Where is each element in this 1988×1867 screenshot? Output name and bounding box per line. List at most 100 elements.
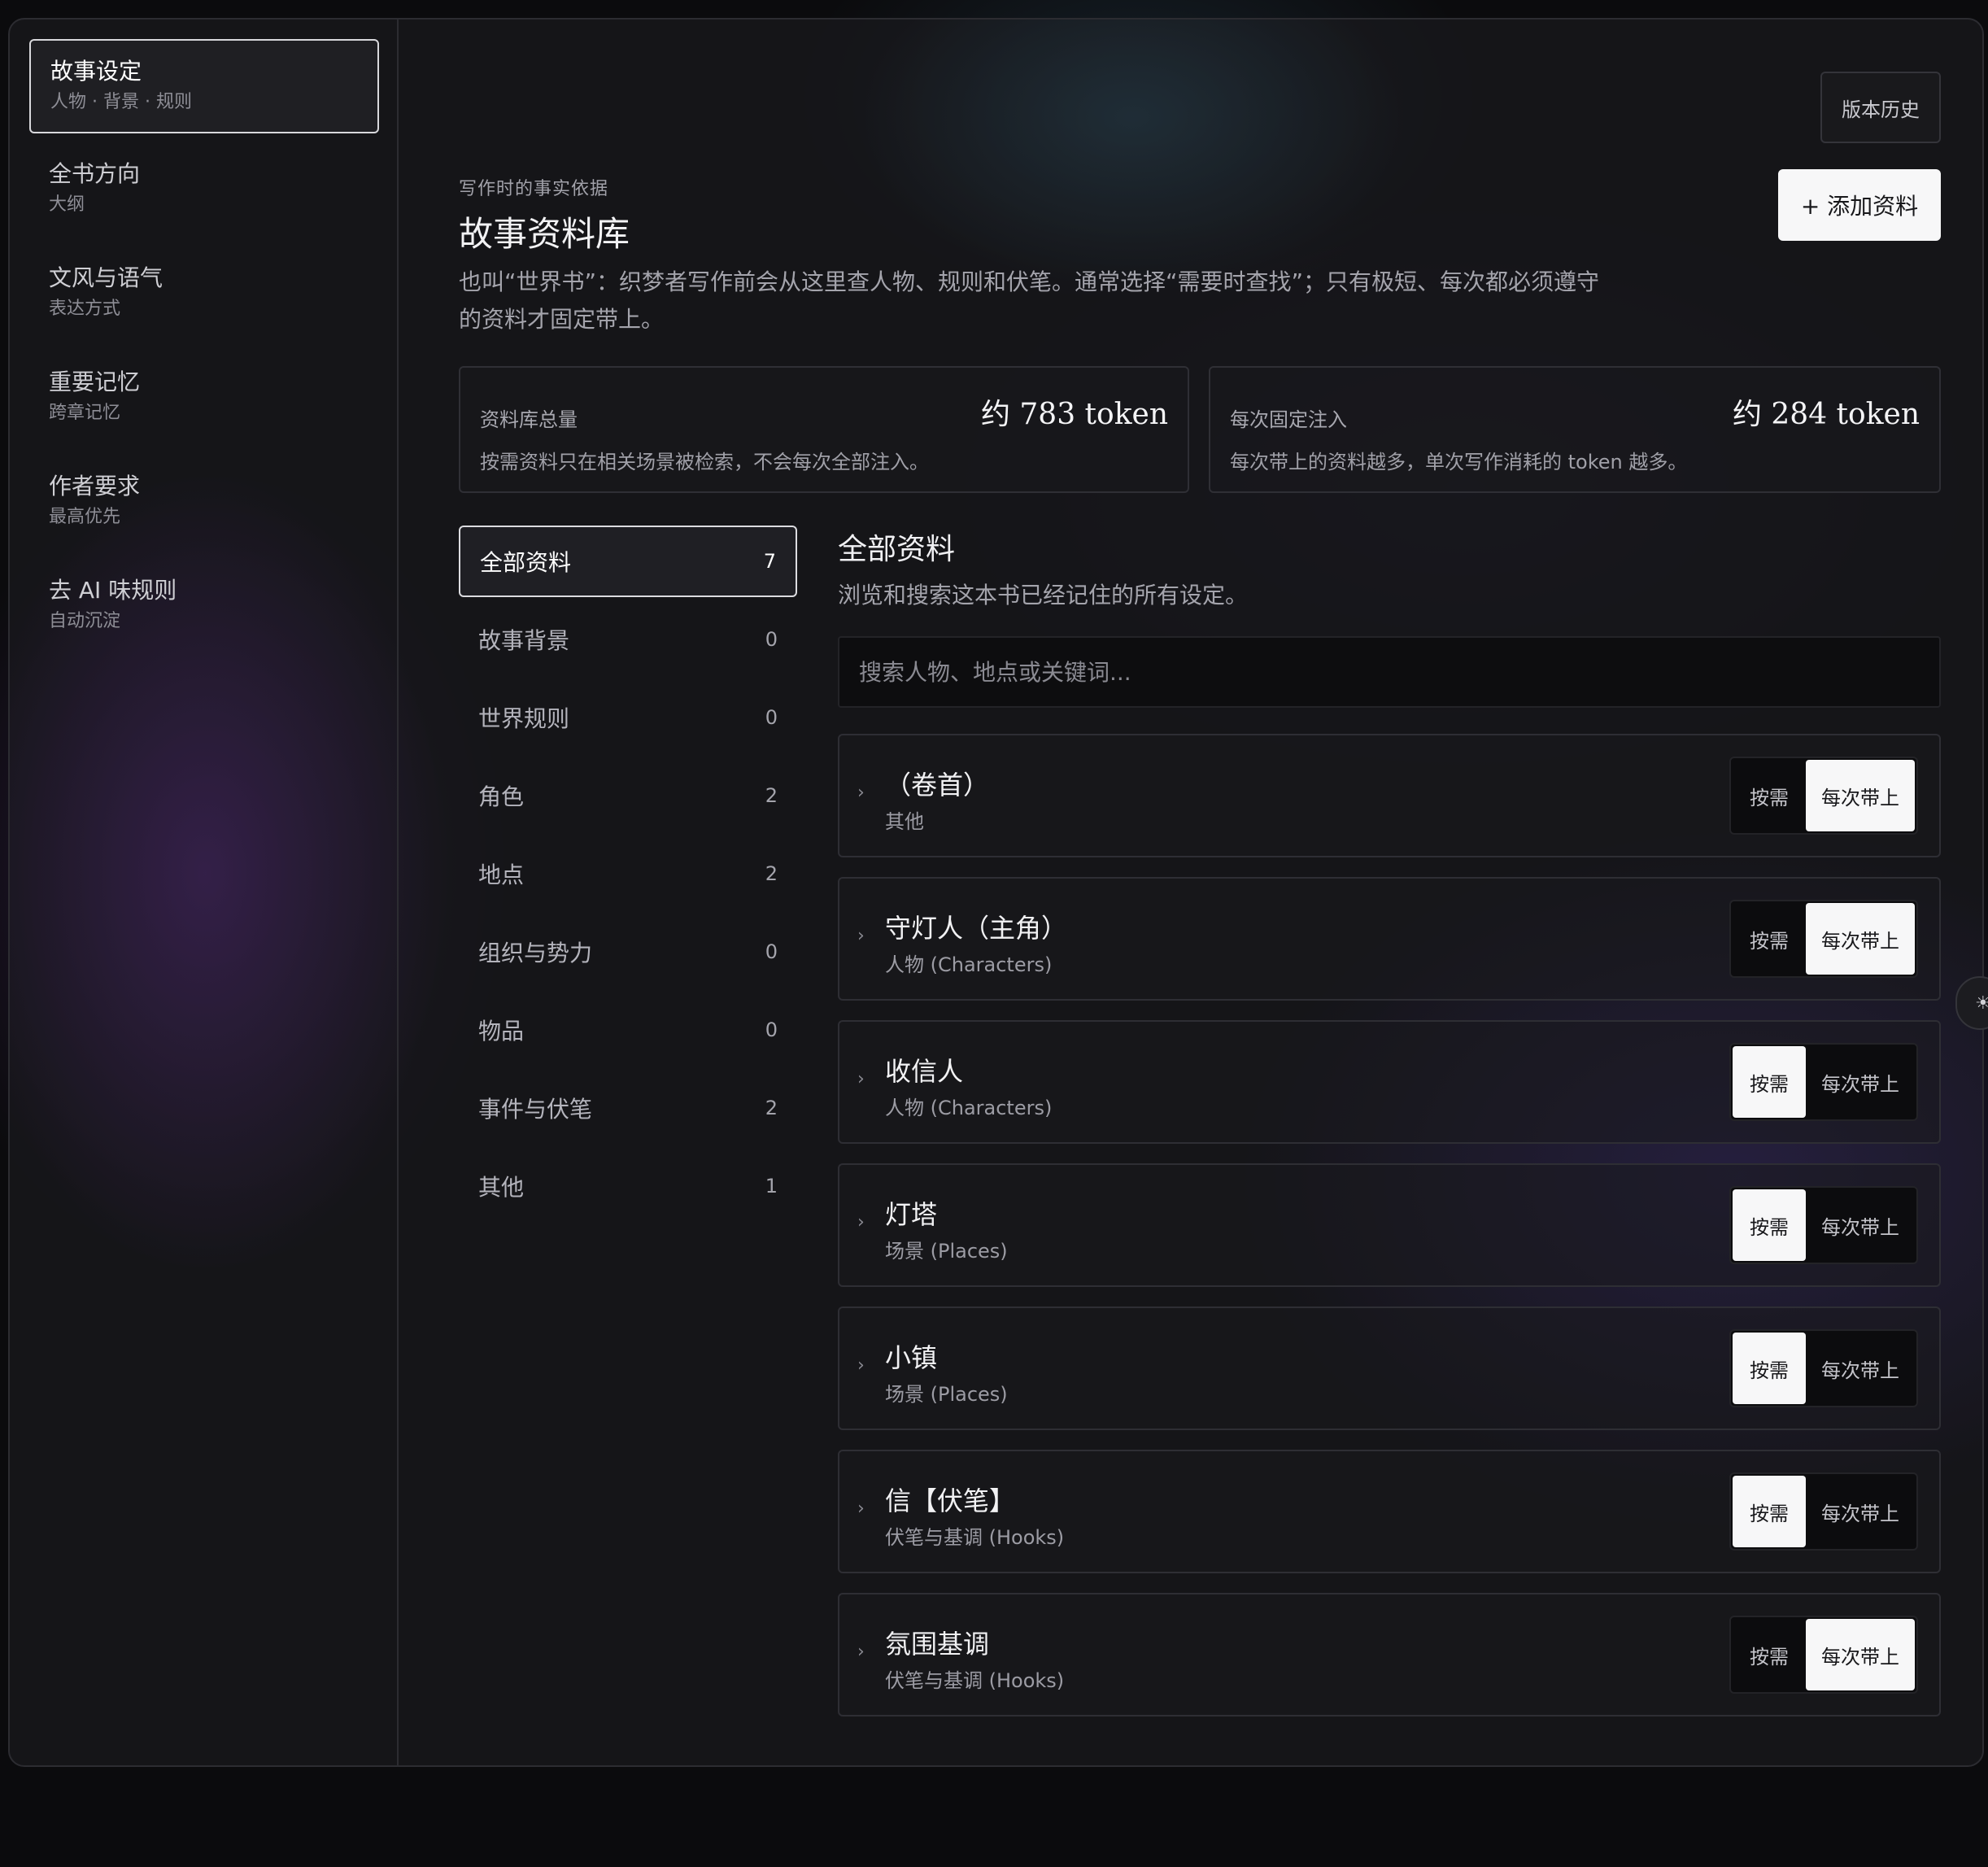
on-demand-option[interactable]: 按需 — [1733, 903, 1806, 975]
chevron-right-icon[interactable]: › — [857, 1498, 865, 1519]
entry-type: 场景 (Places) — [885, 1240, 1008, 1263]
sidebar-item-style-tone[interactable]: 文风与语气 表达方式 — [29, 247, 379, 342]
category-label: 物品 — [478, 1018, 525, 1045]
version-history-button[interactable]: 版本历史 — [1820, 72, 1941, 143]
chevron-right-icon[interactable]: › — [857, 783, 865, 803]
injection-mode-toggle: 按需 每次带上 — [1729, 1186, 1918, 1264]
category-label: 故事背景 — [478, 627, 570, 654]
entry-title: （卷首） — [885, 770, 990, 800]
entry-card[interactable]: › 灯塔 场景 (Places) 按需 每次带上 — [838, 1163, 1941, 1287]
sidebar-item-story-settings[interactable]: 故事设定 人物 · 背景 · 规则 — [29, 39, 379, 133]
entry-type: 其他 — [885, 810, 924, 833]
sidebar-item-book-direction[interactable]: 全书方向 大纲 — [29, 143, 379, 238]
sidebar-item-subtitle: 自动沉淀 — [49, 611, 121, 631]
stat-value: 约 284 token — [1732, 398, 1920, 431]
category-places[interactable]: 地点 2 — [459, 838, 797, 910]
entry-card[interactable]: › 信【伏笔】 伏笔与基调 (Hooks) 按需 每次带上 — [838, 1450, 1941, 1573]
category-count: 2 — [765, 1097, 778, 1119]
section-title: 全部资料 — [838, 533, 956, 566]
category-label: 角色 — [478, 783, 525, 810]
add-entry-button[interactable]: + 添加资料 — [1778, 169, 1941, 241]
chevron-right-icon[interactable]: › — [857, 1069, 865, 1089]
category-label: 其他 — [478, 1174, 525, 1201]
category-organizations[interactable]: 组织与势力 0 — [459, 916, 797, 988]
category-world-rules[interactable]: 世界规则 0 — [459, 682, 797, 753]
sidebar-item-title: 故事设定 — [50, 58, 142, 85]
chevron-right-icon[interactable]: › — [857, 1355, 865, 1376]
entry-type: 伏笔与基调 (Hooks) — [885, 1526, 1065, 1549]
category-count: 1 — [765, 1175, 778, 1197]
sidebar-item-subtitle: 跨章记忆 — [49, 403, 121, 423]
injection-mode-toggle: 按需 每次带上 — [1729, 1472, 1918, 1551]
sidebar-item-de-ai-rules[interactable]: 去 AI 味规则 自动沉淀 — [29, 560, 379, 654]
category-characters[interactable]: 角色 2 — [459, 760, 797, 831]
entry-card[interactable]: › 守灯人（主角） 人物 (Characters) 按需 每次带上 — [838, 877, 1941, 1001]
category-other[interactable]: 其他 1 — [459, 1150, 797, 1222]
on-demand-option[interactable]: 按需 — [1733, 1189, 1806, 1261]
category-count: 0 — [765, 706, 778, 729]
category-label: 事件与伏笔 — [478, 1096, 593, 1123]
category-events-hooks[interactable]: 事件与伏笔 2 — [459, 1072, 797, 1144]
stat-note: 每次带上的资料越多，单次写作消耗的 token 越多。 — [1230, 451, 1688, 473]
on-demand-option[interactable]: 按需 — [1733, 1333, 1806, 1404]
category-count: 2 — [765, 784, 778, 807]
category-story-background[interactable]: 故事背景 0 — [459, 604, 797, 675]
entry-card[interactable]: › 小镇 场景 (Places) 按需 每次带上 — [838, 1306, 1941, 1430]
stat-label: 资料库总量 — [480, 408, 578, 431]
sidebar: 故事设定 人物 · 背景 · 规则 全书方向 大纲 文风与语气 表达方式 重要记… — [10, 20, 399, 1765]
category-label: 世界规则 — [478, 705, 570, 732]
on-demand-option[interactable]: 按需 — [1733, 1619, 1806, 1690]
injection-mode-toggle: 按需 每次带上 — [1729, 757, 1918, 835]
always-option[interactable]: 每次带上 — [1806, 1046, 1915, 1118]
chevron-right-icon[interactable]: › — [857, 1642, 865, 1662]
injection-mode-toggle: 按需 每次带上 — [1729, 900, 1918, 978]
sidebar-item-title: 作者要求 — [49, 473, 141, 499]
always-option[interactable]: 每次带上 — [1806, 1189, 1915, 1261]
search-input[interactable] — [838, 636, 1941, 708]
entry-title: 收信人 — [885, 1056, 964, 1087]
always-option[interactable]: 每次带上 — [1806, 903, 1915, 975]
sidebar-item-author-requirements[interactable]: 作者要求 最高优先 — [29, 456, 379, 550]
sidebar-item-title: 去 AI 味规则 — [49, 577, 177, 604]
always-option[interactable]: 每次带上 — [1806, 760, 1915, 831]
sidebar-item-subtitle: 人物 · 背景 · 规则 — [50, 92, 192, 112]
app-window: 故事设定 人物 · 背景 · 规则 全书方向 大纲 文风与语气 表达方式 重要记… — [8, 18, 1984, 1767]
always-option[interactable]: 每次带上 — [1806, 1333, 1915, 1404]
chevron-right-icon[interactable]: › — [857, 926, 865, 946]
category-count: 0 — [765, 628, 778, 651]
category-label: 组织与势力 — [478, 940, 593, 966]
category-all[interactable]: 全部资料 7 — [459, 526, 797, 597]
always-option[interactable]: 每次带上 — [1806, 1476, 1915, 1547]
injection-mode-toggle: 按需 每次带上 — [1729, 1329, 1918, 1407]
entry-card[interactable]: › 氛围基调 伏笔与基调 (Hooks) 按需 每次带上 — [838, 1593, 1941, 1717]
entry-card[interactable]: › 收信人 人物 (Characters) 按需 每次带上 — [838, 1020, 1941, 1144]
on-demand-option[interactable]: 按需 — [1733, 760, 1806, 831]
category-label: 地点 — [478, 862, 525, 888]
category-count: 7 — [763, 550, 776, 573]
entry-title: 小镇 — [885, 1342, 938, 1373]
on-demand-option[interactable]: 按需 — [1733, 1476, 1806, 1547]
page-title: 故事资料库 — [459, 214, 630, 254]
entry-title: 守灯人（主角） — [885, 913, 1068, 944]
category-count: 0 — [765, 940, 778, 963]
entry-type: 场景 (Places) — [885, 1383, 1008, 1406]
category-count: 0 — [765, 1019, 778, 1041]
sidebar-item-key-memory[interactable]: 重要记忆 跨章记忆 — [29, 351, 379, 446]
sidebar-item-title: 文风与语气 — [49, 264, 163, 291]
entry-title: 信【伏笔】 — [885, 1485, 1016, 1516]
entry-title: 氛围基调 — [885, 1629, 990, 1660]
sidebar-item-title: 全书方向 — [49, 160, 141, 187]
injection-mode-toggle: 按需 每次带上 — [1729, 1616, 1918, 1694]
always-option[interactable]: 每次带上 — [1806, 1619, 1915, 1690]
sidebar-item-title: 重要记忆 — [49, 369, 141, 395]
page-eyebrow: 写作时的事实依据 — [459, 179, 609, 199]
entry-type: 人物 (Characters) — [885, 953, 1053, 976]
entry-type: 伏笔与基调 (Hooks) — [885, 1669, 1065, 1692]
category-count: 2 — [765, 862, 778, 885]
main-content: 版本历史 + 添加资料 写作时的事实依据 故事资料库 也叫“世界书”：织梦者写作… — [400, 20, 1982, 1765]
chevron-right-icon[interactable]: › — [857, 1212, 865, 1232]
entry-title: 灯塔 — [885, 1199, 938, 1230]
on-demand-option[interactable]: 按需 — [1733, 1046, 1806, 1118]
entry-card[interactable]: › （卷首） 其他 按需 每次带上 — [838, 734, 1941, 857]
category-items[interactable]: 物品 0 — [459, 994, 797, 1066]
